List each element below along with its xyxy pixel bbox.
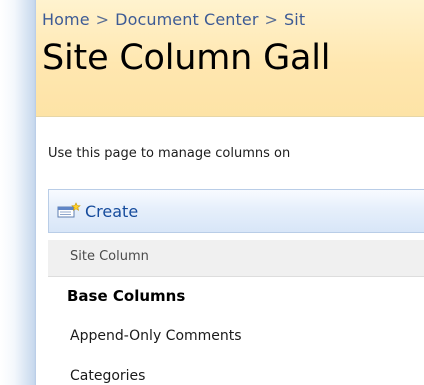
breadcrumb-home-link[interactable]: Home [42, 10, 90, 29]
site-column-link-append-only-comments[interactable]: Append-Only Comments [70, 328, 242, 344]
site-column-gallery-page: Home > Document Center > Sit Site Column Gal… [0, 0, 424, 385]
base-columns-group-heading: Base Columns [67, 287, 186, 305]
left-navigation-rail [0, 0, 36, 385]
new-item-icon [57, 202, 81, 220]
breadcrumb: Home > Document Center > Sit [42, 10, 305, 29]
column-header-row: Site Column [48, 240, 424, 277]
create-button-label: Create [85, 201, 139, 221]
toolbar: Create [48, 189, 424, 233]
breadcrumb-site-link[interactable]: Sit [284, 10, 305, 29]
page-title: Site Column Gall [42, 38, 331, 78]
page-title-area: Home > Document Center > Sit Site Column Gal… [36, 0, 424, 117]
create-button[interactable]: Create [57, 200, 138, 222]
breadcrumb-document-center-link[interactable]: Document Center [115, 10, 258, 29]
breadcrumb-separator: > [264, 10, 279, 29]
page-description: Use this page to manage columns on [48, 146, 291, 161]
site-column-header[interactable]: Site Column [70, 249, 149, 264]
site-column-link-categories[interactable]: Categories [70, 368, 145, 384]
breadcrumb-separator: > [95, 10, 110, 29]
